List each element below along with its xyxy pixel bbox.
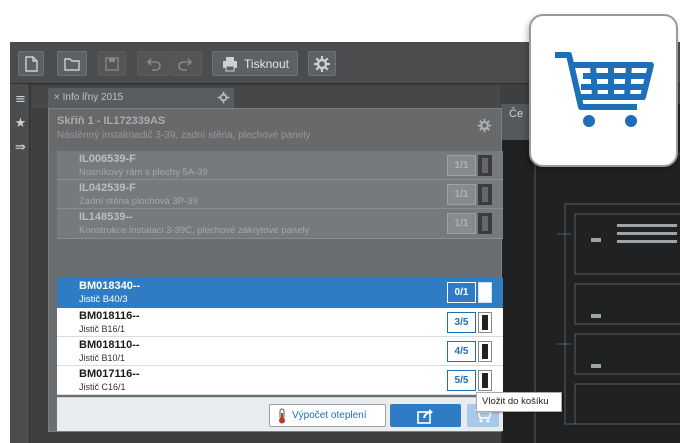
left-sidebar: ≡ ★ ⇛: [10, 84, 30, 443]
item-description: Nosníkový rám s plechy 5A-39: [79, 167, 208, 178]
import-button[interactable]: ⇛: [12, 136, 29, 158]
breaker-icon: [478, 155, 492, 176]
quantity-badge[interactable]: 1/1: [447, 184, 476, 205]
panel-title: Skříň 1 - IL172339AS: [57, 115, 166, 127]
arrow-right-icon: ⇛: [15, 139, 26, 155]
thermometer-icon: [279, 408, 285, 423]
item-description: Jistič B40/3: [79, 294, 128, 305]
list-icon: ≡: [15, 91, 26, 107]
list-item[interactable]: IL148539-- Konstrukce instalaci 3-39C, p…: [57, 209, 503, 239]
export-button[interactable]: [390, 404, 461, 427]
item-code: BM018110--: [79, 339, 140, 351]
item-code: BM017116--: [79, 368, 140, 380]
drawing-tab[interactable]: Če: [501, 104, 531, 140]
open-button[interactable]: [57, 51, 87, 76]
panel-gear-icon[interactable]: [477, 118, 492, 133]
heat-calculation-label: Výpočet oteplení: [292, 410, 367, 421]
share-icon: [416, 408, 433, 424]
settings-button[interactable]: [308, 51, 336, 76]
tab-document[interactable]: × Info lřny 2015: [48, 88, 234, 108]
breaker-icon: [478, 213, 492, 234]
list-item[interactable]: BM018116-- Jistič B16/1 3/5: [57, 308, 503, 337]
redo-icon: [178, 57, 193, 71]
quantity-badge[interactable]: 1/1: [447, 213, 476, 234]
tab-label: Info lřny 2015: [62, 92, 124, 103]
save-button[interactable]: [98, 51, 126, 76]
gear-icon: [314, 55, 330, 72]
breaker-icon: [478, 341, 492, 362]
quantity-badge[interactable]: 4/5: [447, 341, 476, 362]
tab-strip: × Info lřny 2015: [32, 86, 500, 108]
list-item-selected[interactable]: BM018340-- Jistič B40/3 0/1: [57, 278, 503, 307]
breaker-icon: [478, 282, 492, 303]
star-icon: ★: [14, 115, 27, 131]
list-item[interactable]: BM018110-- Jistič B10/1 4/5: [57, 337, 503, 366]
breaker-icon: [478, 312, 492, 333]
list-item[interactable]: IL042539-F Zadní stěna plochová 3P-39 1/…: [57, 180, 503, 209]
tab-gear-icon[interactable]: [217, 91, 230, 104]
save-icon: [105, 56, 119, 71]
new-document-icon: [25, 55, 38, 72]
item-description: Konstrukce instalaci 3-39C, plechové zák…: [79, 225, 310, 236]
breaker-icon: [478, 184, 492, 205]
list-view-button[interactable]: ≡: [12, 88, 29, 110]
print-button[interactable]: Tisknout: [212, 51, 298, 76]
redo-button[interactable]: [170, 51, 202, 76]
item-description: Jistič C16/1: [79, 382, 126, 392]
panel-header: Skříň 1 - IL172339AS Nástěnný instalroad…: [49, 109, 501, 151]
drawing-tab-label: Če: [509, 108, 524, 120]
undo-button[interactable]: [137, 51, 169, 76]
folder-icon: [64, 57, 80, 71]
heat-calculation-button[interactable]: Výpočet oteplení: [269, 404, 386, 427]
list-item[interactable]: BM017116-- Jistič C16/1 5/5: [57, 366, 503, 395]
item-code: IL148539--: [79, 211, 133, 223]
shopping-cart-tile: [529, 14, 678, 167]
item-code: IL042539-F: [79, 182, 136, 194]
screen: Tisknout ≡ ★ ⇛ × Info lřny 2015 Če Skříň…: [0, 0, 680, 443]
cabinet-panel: Skříň 1 - IL172339AS Nástěnný instalroad…: [48, 108, 503, 432]
panel-footer: Výpočet oteplení: [57, 397, 503, 431]
item-code: IL006539-F: [79, 153, 136, 165]
quantity-badge[interactable]: 0/1: [447, 282, 476, 303]
shopping-cart-icon: [554, 51, 654, 127]
print-label: Tisknout: [244, 56, 289, 71]
list-item[interactable]: IL006539-F Nosníkový rám s plechy 5A-39 …: [57, 151, 503, 180]
favorites-button[interactable]: ★: [12, 112, 29, 134]
panel-subtitle: Nástěnný instalroadič 3-39, zadní stěna,…: [57, 130, 311, 141]
item-description: Jistič B10/1: [79, 353, 126, 363]
printer-icon: [223, 56, 238, 71]
tab-close-icon[interactable]: ×: [54, 92, 63, 103]
undo-icon: [146, 57, 161, 71]
tooltip: Vložit do košíku: [476, 392, 562, 412]
item-description: Zadní stěna plochová 3P-39: [79, 196, 198, 207]
quantity-badge[interactable]: 3/5: [447, 312, 476, 333]
item-description: Jistič B16/1: [79, 324, 126, 334]
item-code: BM018116--: [79, 310, 140, 322]
quantity-badge[interactable]: 1/1: [447, 155, 476, 176]
breaker-icon: [478, 370, 492, 391]
item-code: BM018340--: [79, 280, 141, 292]
new-document-button[interactable]: [18, 51, 44, 76]
quantity-badge[interactable]: 5/5: [447, 370, 476, 391]
